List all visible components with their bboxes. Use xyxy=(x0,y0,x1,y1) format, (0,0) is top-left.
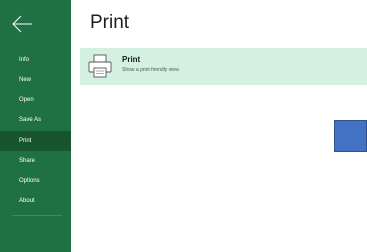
back-arrow-icon xyxy=(12,15,32,33)
sidebar-item-label: New xyxy=(19,77,32,83)
back-button[interactable] xyxy=(10,14,36,34)
sidebar-item-label: Save As xyxy=(19,117,42,123)
sidebar-item-about[interactable]: About xyxy=(0,191,71,211)
sidebar-item-print[interactable]: Print xyxy=(0,131,71,151)
print-option-label: Print xyxy=(122,55,141,64)
sidebar-item-label: Open xyxy=(19,97,34,103)
sidebar-item-options[interactable]: Options xyxy=(0,171,71,191)
sidebar-item-open[interactable]: Open xyxy=(0,90,71,110)
sidebar-item-label: Info xyxy=(19,57,30,63)
sidebar-item-label: Options xyxy=(19,178,40,184)
print-option-description: Show a print friendly view. xyxy=(122,67,180,73)
page-title: Print xyxy=(90,12,130,33)
sidebar-item-label: Share xyxy=(19,158,36,164)
sidebar-item-new[interactable]: New xyxy=(0,70,71,90)
sidebar-divider xyxy=(12,215,62,216)
sidebar-item-label: About xyxy=(19,198,35,204)
print-option-button[interactable]: Print Show a print friendly view. xyxy=(80,48,367,85)
sidebar-item-info[interactable]: Info xyxy=(0,50,71,70)
backstage-sidebar: Info New Open Save As Print Share Option… xyxy=(0,0,71,252)
sidebar-item-share[interactable]: Share xyxy=(0,151,71,171)
sidebar-item-save-as[interactable]: Save As xyxy=(0,110,71,130)
blue-square-shape xyxy=(334,120,367,152)
sidebar-item-label: Print xyxy=(19,138,32,144)
printer-icon xyxy=(88,54,112,78)
